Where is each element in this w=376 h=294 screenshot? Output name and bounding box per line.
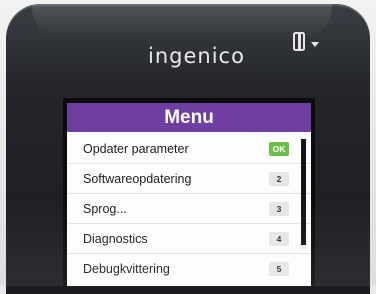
shortcut-number-badge: 4: [269, 232, 289, 246]
ok-badge: OK: [269, 142, 289, 156]
menu-item-debugkvittering[interactable]: Debugkvittering 5: [67, 254, 311, 284]
shortcut-number-badge: 2: [269, 172, 289, 186]
menu-item-opdater-parameter[interactable]: Opdater parameter OK: [67, 134, 311, 164]
menu-item-label: Opdater parameter: [83, 141, 189, 156]
menu-item-sprog[interactable]: Sprog... 3: [67, 194, 311, 224]
menu-list: Opdater parameter OK Softwareopdatering …: [67, 134, 311, 284]
menu-item-label: Diagnostics: [83, 231, 148, 246]
shortcut-number-badge: 3: [269, 202, 289, 216]
terminal-screen: Menu Opdater parameter OK Softwareopdate…: [67, 103, 311, 286]
menu-title: Menu: [67, 103, 311, 132]
brand-logo: ingenico: [148, 44, 245, 68]
menu-item-label: Debugkvittering: [83, 262, 170, 276]
card-slot-dropdown-icon: [293, 32, 319, 51]
menu-item-label: Sprog...: [83, 201, 127, 216]
shortcut-number-badge: 5: [269, 262, 289, 276]
scrollbar-thumb[interactable]: [301, 139, 306, 245]
menu-item-softwareopdatering[interactable]: Softwareopdatering 2: [67, 164, 311, 194]
menu-item-label: Softwareopdatering: [83, 171, 192, 186]
menu-item-diagnostics[interactable]: Diagnostics 4: [67, 224, 311, 254]
bezel-highlight: [32, 4, 332, 38]
